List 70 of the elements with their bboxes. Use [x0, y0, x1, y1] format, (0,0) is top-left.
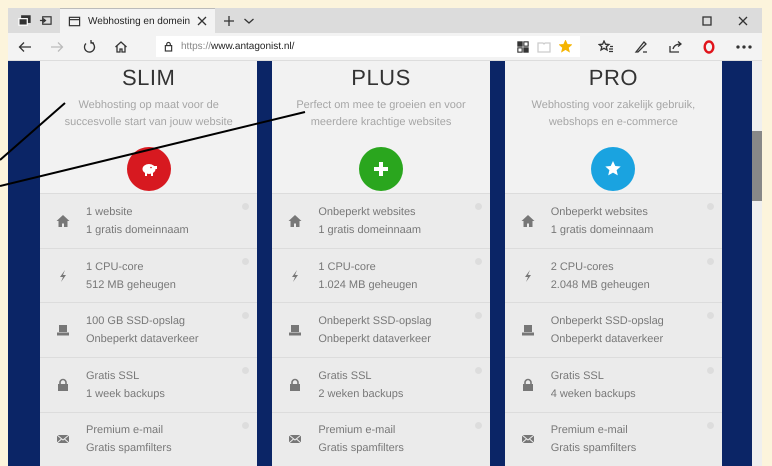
back-arrow-icon[interactable]	[18, 40, 32, 54]
share-icon[interactable]	[668, 40, 682, 54]
refresh-icon[interactable]	[82, 40, 96, 54]
feature-text: Gratis spamfilters	[86, 442, 172, 454]
tab-title: Webhosting en domein	[88, 16, 190, 26]
plan-description: Perfect om mee te groeien en voor meerdere krachtige websites	[295, 98, 467, 130]
book-icon[interactable]	[537, 40, 551, 52]
reading-list-icon[interactable]	[517, 40, 529, 52]
feature-text: Onbeperkt dataverkeer	[86, 333, 199, 346]
drive-icon	[56, 323, 70, 338]
feature-text: Premium e-mail	[86, 424, 164, 436]
plan-title: SLIM	[122, 65, 176, 91]
house-icon	[56, 214, 70, 228]
feature-text: Onbeperkt websites	[550, 206, 649, 218]
padlock-icon	[288, 378, 302, 392]
feature-text: Gratis SSL	[86, 370, 140, 382]
feature-text: 1 CPU-core	[86, 260, 144, 273]
plan-description: Webhosting op maat voor de succesvolle start van jouw website	[64, 98, 234, 130]
padlock-icon	[520, 378, 535, 392]
pen-icon[interactable]	[634, 40, 648, 54]
feature-text: Premium e-mail	[318, 424, 396, 436]
drive-icon	[288, 323, 302, 338]
url-host: www.antagonist.nl/	[211, 41, 294, 52]
scrollbar-thumb[interactable]	[752, 131, 762, 201]
house-icon	[288, 214, 302, 228]
feature-text: 2 CPU-cores	[550, 260, 615, 273]
scrollbar[interactable]	[752, 61, 762, 466]
feature-text: 2 weken backups	[318, 388, 404, 400]
favorites-icon[interactable]	[598, 40, 614, 54]
url-scheme: https://	[181, 41, 212, 52]
feature-text: Premium e-mail	[550, 424, 629, 436]
feature-text: Onbeperkt SSD-opslag	[550, 315, 664, 328]
padlock-icon	[56, 378, 70, 392]
plan-title: PLUS	[351, 65, 411, 91]
feature-text: 1 gratis domeinnaam	[318, 224, 422, 236]
feature-text: 4 weken backups	[550, 388, 636, 400]
feature-text: Onbeperkt dataverkeer	[318, 333, 432, 346]
maximize-icon[interactable]	[702, 16, 712, 26]
browser-tab[interactable]: Webhosting en domein	[60, 8, 216, 33]
lock-icon[interactable]	[164, 41, 173, 52]
tab-stack-icon[interactable]	[18, 14, 31, 27]
feature-text: Gratis spamfilters	[550, 442, 636, 454]
plan-title: PRO	[588, 65, 638, 91]
feature-text: Onbeperkt dataverkeer	[550, 333, 664, 346]
feature-text: 1 gratis domeinnaam	[86, 224, 189, 236]
plan-description: Webhosting voor zakelijk gebruik, webshops en e-commerce	[530, 98, 696, 130]
address-bar[interactable]: https://www.antagonist.nl/	[156, 36, 580, 57]
feature-text: Onbeperkt websites	[318, 206, 417, 218]
plus-icon[interactable]	[223, 14, 236, 26]
feature-text: Gratis SSL	[550, 370, 605, 382]
feature-text: 1 website	[86, 206, 134, 218]
house-icon	[520, 214, 535, 228]
close-icon[interactable]	[197, 16, 208, 26]
feature-text: Gratis SSL	[318, 370, 373, 382]
feature-text: 1 CPU-core	[318, 260, 377, 273]
close-icon[interactable]	[738, 16, 748, 26]
feature-text: 100 GB SSD-opslag	[86, 315, 186, 328]
home-icon[interactable]	[114, 40, 128, 54]
feature-text: 1.024 MB geheugen	[318, 278, 418, 291]
feature-text: 1 week backups	[86, 388, 165, 400]
drive-icon	[520, 323, 535, 338]
page-icon[interactable]	[68, 14, 81, 28]
feature-text: 2.048 MB geheugen	[550, 278, 650, 291]
more-icon[interactable]	[736, 44, 752, 48]
feature-text: Gratis spamfilters	[318, 442, 404, 454]
feature-text: 512 MB geheugen	[86, 278, 176, 291]
feature-text: Onbeperkt SSD-opslag	[318, 315, 432, 328]
star-icon[interactable]	[559, 40, 572, 53]
tab-aside-icon[interactable]	[39, 14, 52, 27]
feature-text: 1 gratis domeinnaam	[550, 224, 654, 236]
